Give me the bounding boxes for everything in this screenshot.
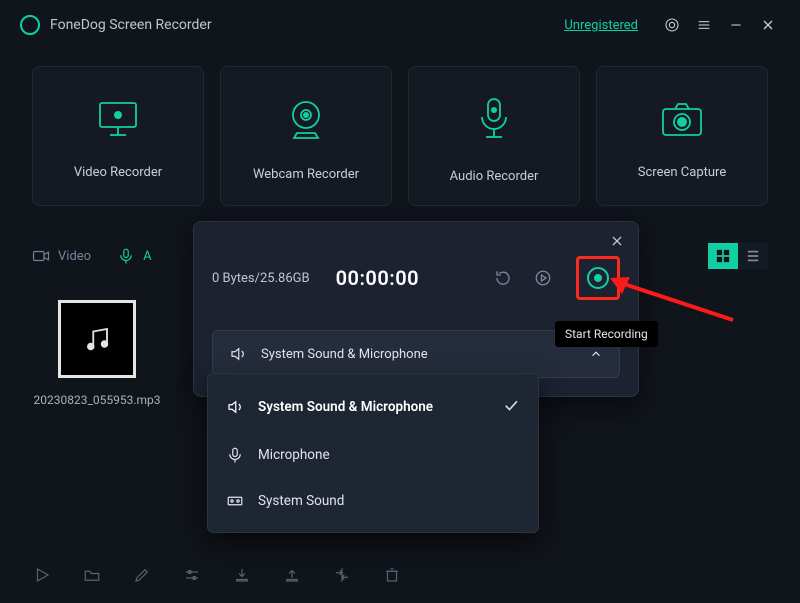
mode-label: Screen Capture [638, 165, 726, 180]
titlebar: FoneDog Screen Recorder Unregistered [0, 0, 800, 50]
dropdown-item-label: System Sound [258, 493, 344, 509]
menu-icon[interactable] [692, 13, 716, 37]
timer-text: 00:00:00 [336, 266, 419, 290]
trash-icon[interactable] [382, 565, 402, 585]
file-name: 20230823_055953.mp3 [33, 392, 160, 409]
mode-video-recorder[interactable]: Video Recorder [32, 66, 204, 206]
view-toggle [708, 243, 768, 269]
sliders-icon[interactable] [182, 565, 202, 585]
minimize-icon[interactable] [724, 13, 748, 37]
file-thumbnail [58, 300, 136, 378]
grid-view-button[interactable] [708, 243, 738, 269]
mode-label: Webcam Recorder [253, 167, 359, 182]
start-recording-tooltip: Start Recording [555, 321, 658, 347]
panel-close-button[interactable] [608, 232, 626, 250]
camera-icon [659, 99, 705, 143]
dropdown-item-sound-and-mic[interactable]: System Sound & Microphone [208, 382, 538, 432]
folder-icon[interactable] [82, 565, 102, 585]
tab-label: Video [58, 249, 91, 264]
tab-label: A [143, 249, 151, 264]
app-logo-icon [20, 15, 40, 35]
bottom-toolbar [32, 565, 402, 585]
chevron-up-icon [589, 347, 603, 361]
close-icon[interactable] [756, 13, 780, 37]
play-icon[interactable] [32, 565, 52, 585]
audio-source-dropdown: System Sound & Microphone Microphone Sys… [207, 373, 539, 533]
file-item[interactable]: 20230823_055953.mp3 [32, 300, 162, 409]
dropdown-item-system-sound[interactable]: System Sound [208, 478, 538, 524]
dropdown-item-label: System Sound & Microphone [258, 399, 433, 415]
mode-audio-recorder[interactable]: Audio Recorder [408, 66, 580, 206]
recording-status-row: 0 Bytes/25.86GB 00:00:00 [212, 256, 620, 300]
settings-icon[interactable] [660, 13, 684, 37]
audio-source-label: System Sound & Microphone [261, 347, 428, 362]
tab-audio[interactable]: A [117, 247, 151, 265]
play-preview-icon[interactable] [530, 265, 556, 291]
microphone-icon [476, 95, 512, 147]
start-recording-button[interactable] [576, 256, 620, 300]
redo-icon[interactable] [490, 265, 516, 291]
monitor-icon [96, 99, 140, 143]
convert-icon[interactable] [332, 565, 352, 585]
dropdown-item-label: Microphone [258, 447, 330, 463]
mode-screen-capture[interactable]: Screen Capture [596, 66, 768, 206]
edit-icon[interactable] [132, 565, 152, 585]
check-icon [502, 396, 520, 418]
download-icon[interactable] [232, 565, 252, 585]
app-title: FoneDog Screen Recorder [50, 17, 212, 33]
webcam-icon [284, 97, 328, 145]
disk-usage-text: 0 Bytes/25.86GB [212, 271, 310, 286]
dropdown-item-microphone[interactable]: Microphone [208, 432, 538, 478]
export-icon[interactable] [282, 565, 302, 585]
unregistered-link[interactable]: Unregistered [564, 18, 638, 33]
recording-panel: 0 Bytes/25.86GB 00:00:00 System Sound & … [193, 221, 639, 397]
mode-selector: Video Recorder Webcam Recorder Audio Rec… [0, 50, 800, 216]
list-view-button[interactable] [738, 243, 768, 269]
mode-label: Video Recorder [74, 165, 162, 180]
mode-webcam-recorder[interactable]: Webcam Recorder [220, 66, 392, 206]
mode-label: Audio Recorder [450, 169, 539, 184]
tab-video[interactable]: Video [32, 247, 91, 265]
